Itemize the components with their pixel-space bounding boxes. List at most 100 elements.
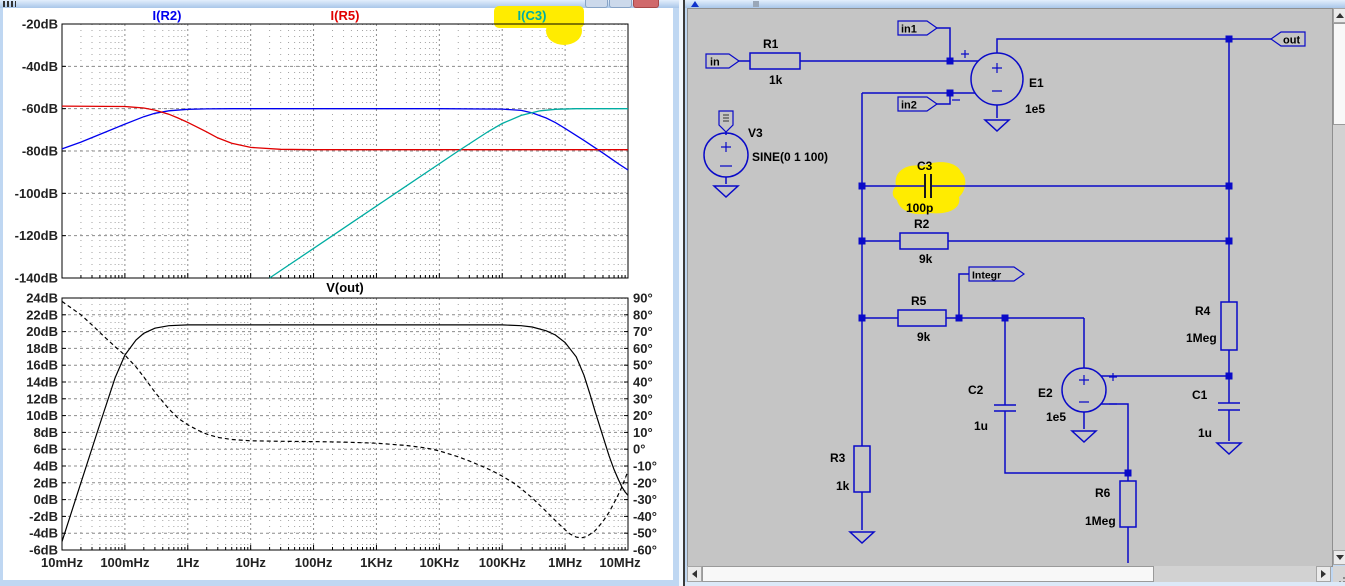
part-label: R1 [763, 37, 779, 51]
net-flag-in2[interactable]: in2 [897, 96, 939, 112]
voltage-source-v3[interactable]: V3 SINE(0 1 100) [703, 110, 828, 178]
svg-text:-100dB: -100dB [15, 186, 58, 201]
svg-text:10mHz: 10mHz [41, 555, 83, 570]
resistor-r3[interactable]: R3 1k [830, 445, 871, 493]
svg-text:C2: C2 [968, 383, 984, 397]
svg-text:C1: C1 [1192, 388, 1208, 402]
svg-text:E1: E1 [1029, 76, 1044, 90]
svg-text:4dB: 4dB [33, 459, 58, 474]
svg-text:-20dB: -20dB [22, 17, 58, 32]
svg-text:R2: R2 [914, 217, 930, 231]
schematic-drawing[interactable]: R1 1k R2 9k R5 9k R3 1k R4 1Meg R6 1Meg … [687, 8, 1331, 565]
svg-text:in: in [710, 57, 720, 69]
capacitor-c2[interactable]: C2 1u [968, 383, 1016, 433]
svg-text:R4: R4 [1195, 304, 1211, 318]
wires [725, 27, 1271, 563]
resize-grip[interactable] [1333, 566, 1345, 582]
svg-text:16dB: 16dB [26, 358, 58, 373]
svg-text:18dB: 18dB [26, 341, 58, 356]
svg-text:-4dB: -4dB [29, 526, 58, 541]
svg-text:24dB: 24dB [26, 291, 58, 306]
svg-text:1Hz: 1Hz [176, 555, 200, 570]
svg-text:0dB: 0dB [33, 492, 58, 507]
svg-text:in2: in2 [901, 100, 917, 112]
vcvs-e1[interactable]: E1 1e5 [952, 50, 1045, 116]
svg-text:1Meg: 1Meg [1085, 514, 1116, 528]
svg-text:R5: R5 [911, 294, 927, 308]
svg-text:SINE(0 1 100): SINE(0 1 100) [752, 150, 828, 164]
resistor-r2[interactable]: R2 9k [899, 217, 949, 266]
svg-text:I(R2): I(R2) [153, 8, 182, 23]
svg-text:10MHz: 10MHz [599, 555, 641, 570]
net-flag-icon [723, 114, 729, 122]
arrow-up-icon [1336, 13, 1344, 18]
net-flag-in1[interactable]: in1 [897, 20, 939, 36]
resistor-r5[interactable]: R5 9k [897, 294, 947, 344]
svg-text:-140dB: -140dB [15, 271, 58, 286]
svg-text:1Meg: 1Meg [1186, 331, 1217, 345]
svg-text:10Hz: 10Hz [235, 555, 266, 570]
svg-text:8dB: 8dB [33, 425, 58, 440]
svg-text:100mHz: 100mHz [100, 555, 150, 570]
svg-text:-60dB: -60dB [22, 101, 58, 116]
net-flag-integr[interactable]: Integr [968, 266, 1026, 282]
svg-text:9k: 9k [919, 252, 933, 266]
svg-text:1k: 1k [836, 479, 850, 493]
svg-text:E2: E2 [1038, 386, 1053, 400]
vertical-scrollbar[interactable] [1333, 8, 1345, 565]
svg-text:1e5: 1e5 [1046, 410, 1066, 424]
arrow-down-icon [1336, 555, 1344, 560]
resistor-r4[interactable]: R4 1Meg [1186, 301, 1238, 351]
svg-text:out: out [1283, 35, 1300, 47]
svg-text:1e5: 1e5 [1025, 102, 1045, 116]
horizontal-scrollbar-thumb[interactable] [702, 566, 1154, 582]
svg-text:80°: 80° [633, 307, 653, 322]
toolbar-fragment-icon [753, 1, 759, 7]
net-flag-in[interactable]: in [705, 53, 741, 69]
svg-text:12dB: 12dB [26, 391, 58, 406]
svg-text:I(R5): I(R5) [331, 8, 360, 23]
svg-text:40°: 40° [633, 375, 653, 390]
svg-text:9k: 9k [917, 330, 931, 344]
svg-text:100Hz: 100Hz [295, 555, 333, 570]
svg-text:1MHz: 1MHz [548, 555, 582, 570]
scroll-down-button[interactable] [1333, 550, 1345, 565]
svg-text:60°: 60° [633, 341, 653, 356]
svg-text:30°: 30° [633, 391, 653, 406]
schematic-window: R1 1k R2 9k R5 9k R3 1k R4 1Meg R6 1Meg … [685, 0, 1345, 586]
application-window: -20dB -40dB -60dB -80dB -100dB -120dB -140dB I(… [0, 0, 1345, 586]
resistor-r1[interactable]: R1 1k [749, 37, 801, 87]
svg-text:-2dB: -2dB [29, 509, 58, 524]
svg-text:I(C3): I(C3) [518, 8, 547, 23]
svg-text:2dB: 2dB [33, 475, 58, 490]
svg-text:V3: V3 [748, 126, 763, 140]
svg-text:in1: in1 [901, 24, 917, 36]
svg-text:-80dB: -80dB [22, 144, 58, 159]
svg-text:C3: C3 [917, 159, 933, 173]
svg-text:10KHz: 10KHz [419, 555, 459, 570]
resistor-r6[interactable]: R6 1Meg [1085, 480, 1137, 528]
arrow-right-icon [1321, 570, 1326, 578]
waveform-plot-area[interactable]: -20dB -40dB -60dB -80dB -100dB -120dB -140dB I(… [0, 0, 679, 586]
svg-text:20°: 20° [633, 408, 653, 423]
svg-text:-20°: -20° [633, 475, 657, 490]
window-bottom-border [685, 582, 1345, 586]
svg-text:10°: 10° [633, 425, 653, 440]
svg-text:-40°: -40° [633, 509, 657, 524]
waveform-window: -20dB -40dB -60dB -80dB -100dB -120dB -140dB I(… [0, 0, 679, 586]
scroll-right-button[interactable] [1316, 566, 1331, 582]
svg-text:50°: 50° [633, 358, 653, 373]
svg-text:R3: R3 [830, 451, 846, 465]
scroll-left-button[interactable] [687, 566, 702, 582]
svg-text:6dB: 6dB [33, 442, 58, 457]
horizontal-scrollbar[interactable] [687, 566, 1331, 582]
vertical-scrollbar-thumb[interactable] [1333, 23, 1345, 125]
svg-text:1u: 1u [974, 419, 988, 433]
svg-text:20dB: 20dB [26, 324, 58, 339]
schematic-titlebar[interactable] [685, 0, 1345, 8]
scroll-up-button[interactable] [1333, 8, 1345, 23]
svg-text:100p: 100p [906, 201, 933, 215]
net-flag-out[interactable]: out [1269, 31, 1306, 47]
capacitor-c1[interactable]: C1 1u [1192, 388, 1240, 440]
svg-text:70°: 70° [633, 324, 653, 339]
